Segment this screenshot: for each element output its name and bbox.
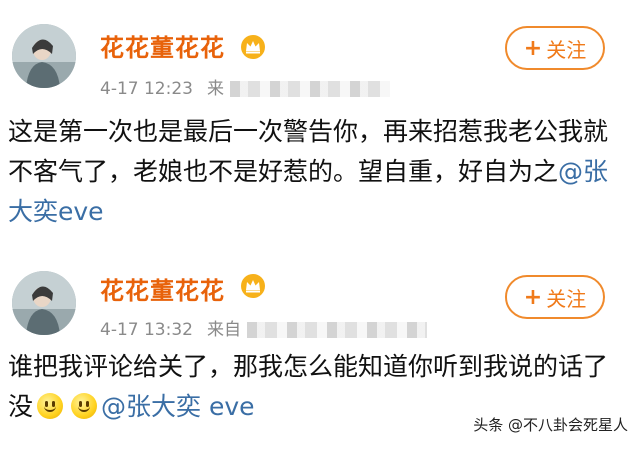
post-text: 这是第一次也是最后一次警告你，再来招惹我老公我就不客气了，老娘也不是好惹的。望自…	[8, 112, 620, 232]
post-source: 来	[206, 79, 224, 99]
follow-button[interactable]: + 关注	[505, 275, 605, 319]
username[interactable]: 花花董花花	[100, 28, 225, 63]
post-meta: 4-17 13:32 来自	[100, 315, 427, 340]
post-time: 4-17 13:32	[100, 320, 193, 340]
plus-icon: +	[523, 284, 543, 310]
mention-link[interactable]: @张大奕 eve	[101, 392, 255, 421]
post-source: 来自	[206, 320, 241, 340]
avatar-photo	[12, 271, 76, 335]
username[interactable]: 花花董花花	[100, 271, 225, 306]
smiley-icon	[71, 393, 98, 419]
vip-crown-icon	[241, 274, 265, 298]
post-body: 这是第一次也是最后一次警告你，再来招惹我老公我就不客气了，老娘也不是好惹的。望自…	[8, 117, 609, 186]
weibo-post-1: 花花董花花 4-17 12:23 来 + 关注 这是第一次也是最后一次警告你，再来…	[0, 0, 640, 250]
watermark: 头条 @不八卦会死星人	[473, 416, 628, 434]
follow-button[interactable]: + 关注	[505, 26, 605, 70]
redacted-source	[229, 81, 390, 97]
vip-crown-icon	[241, 35, 265, 59]
avatar[interactable]	[12, 24, 76, 88]
post-meta: 4-17 12:23 来	[100, 74, 390, 99]
redacted-source	[246, 322, 427, 338]
follow-label: 关注	[546, 286, 587, 311]
avatar[interactable]	[12, 271, 76, 335]
plus-icon: +	[523, 35, 543, 61]
avatar-photo	[12, 24, 76, 88]
smiley-icon	[37, 393, 64, 419]
follow-label: 关注	[546, 37, 587, 62]
post-time: 4-17 12:23	[100, 79, 193, 99]
post-body: 谁把我评论给关了，那我怎么能知道你听到我说的话了没	[8, 352, 609, 421]
